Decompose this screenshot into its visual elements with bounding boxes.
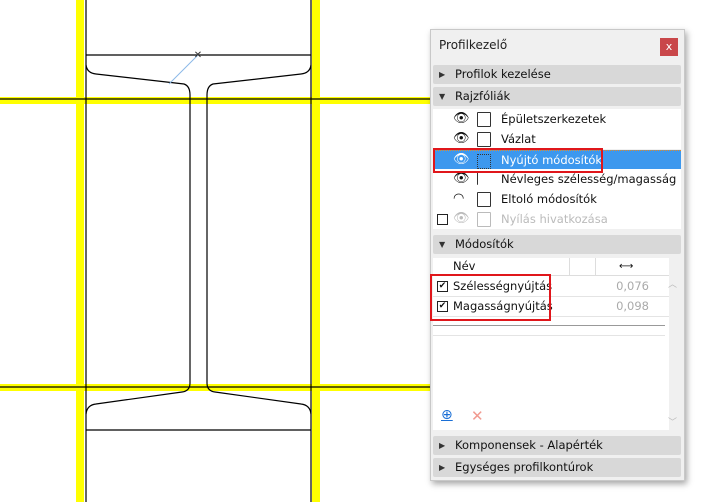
layer-item[interactable]: 👁 Nyílás hivatkozása — [433, 209, 681, 229]
scroll-down-icon[interactable]: ﹀ — [668, 415, 677, 428]
section-label: Rajzfóliák — [455, 89, 511, 103]
eye-closed-icon[interactable]: ◠ — [453, 189, 464, 209]
chevron-right-icon: ▶ — [439, 70, 446, 79]
layer-label: Eltoló módosítók — [501, 192, 597, 206]
section-label: Módosítók — [455, 237, 514, 251]
profile-outline — [0, 0, 430, 502]
chevron-down-icon: ▼ — [439, 240, 446, 249]
section-label: Profilok kezelése — [455, 67, 551, 81]
offset-icon — [477, 192, 491, 207]
layer-label: Épületszerkezetek — [501, 112, 607, 126]
add-modifier-icon[interactable]: ⊕ — [441, 407, 453, 423]
row-value[interactable]: 0,098 — [616, 297, 649, 316]
section-components[interactable]: ▶ Komponensek - Alapérték — [433, 436, 681, 455]
opening-icon — [477, 212, 491, 227]
section-label: Egységes profilkontúrok — [455, 460, 594, 474]
column-name[interactable]: Név — [453, 258, 475, 275]
eye-icon[interactable]: 👁 — [453, 209, 470, 229]
section-modifiers[interactable]: ▼ Módosítók — [433, 235, 681, 254]
profile-manager-panel: Profilkezelő x ▶ Profilok kezelése ▼ Rajzf… — [430, 29, 685, 481]
row-value[interactable]: 0,076 — [616, 277, 649, 296]
width-arrow-icon[interactable]: ⟷ — [619, 258, 633, 275]
section-contours[interactable]: ▶ Egységes profilkontúrok — [433, 458, 681, 477]
nominal-size-icon — [477, 172, 490, 185]
delete-icon[interactable]: ✕ — [471, 407, 484, 425]
chevron-right-icon: ▶ — [439, 441, 446, 450]
divider — [433, 325, 665, 326]
structure-icon — [477, 112, 491, 127]
eye-icon[interactable]: 👁 — [453, 109, 470, 129]
chevron-down-icon: ▼ — [439, 92, 446, 101]
stretch-guides[interactable] — [0, 0, 430, 502]
layer-label: Nyílás hivatkozása — [501, 212, 608, 226]
section-profiles[interactable]: ▶ Profilok kezelése — [433, 65, 681, 84]
eye-icon[interactable]: 👁 — [453, 129, 470, 149]
section-label: Komponensek - Alapérték — [455, 438, 603, 452]
layer-label: Vázlat — [501, 132, 536, 146]
section-layers[interactable]: ▼ Rajzfóliák — [433, 87, 681, 106]
highlight-box — [430, 274, 551, 321]
layer-item[interactable]: 👁 Épületszerkezetek — [433, 109, 681, 129]
panel-title: Profilkezelő — [439, 38, 508, 52]
sketch-icon — [477, 132, 491, 147]
drawing-canvas[interactable]: ✕ — [0, 0, 430, 502]
layer-item[interactable]: ◠ Eltoló módosítók — [433, 189, 681, 209]
hotspot-marker-icon[interactable]: ✕ — [194, 50, 202, 61]
layer-checkbox[interactable] — [437, 214, 448, 225]
scroll-up-icon[interactable]: ︿ — [668, 277, 677, 290]
highlight-box — [433, 148, 603, 173]
chevron-right-icon: ▶ — [439, 463, 446, 472]
layer-item[interactable]: 👁 Vázlat — [433, 129, 681, 149]
close-button[interactable]: x — [660, 38, 678, 56]
